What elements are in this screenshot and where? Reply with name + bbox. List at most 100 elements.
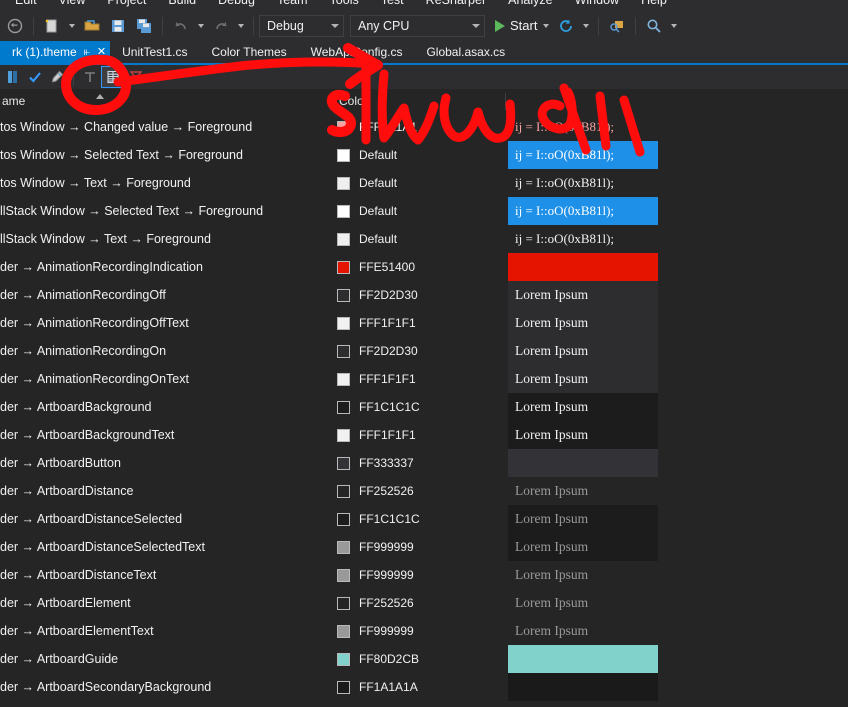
table-row[interactable]: der → AnimationRecordingOnText FFF1F1F1 Lo… [0,365,848,393]
menu-item-edit[interactable]: Edit [4,0,48,10]
table-row[interactable]: der → ArtboardDistanceSelectedText FF9999… [0,533,848,561]
theme-color-value-cell[interactable]: FF333337 [331,449,505,477]
attach-process-icon[interactable] [604,15,630,37]
color-swatch[interactable] [337,512,350,526]
color-swatch[interactable] [337,288,350,302]
menu-item-window[interactable]: Window [564,0,630,10]
new-item-dropdown-icon[interactable] [69,23,75,28]
undo-icon[interactable] [168,15,194,37]
document-tab-4[interactable]: Global.asax.cs [414,41,517,63]
color-swatch[interactable] [337,344,350,358]
color-swatch[interactable] [337,372,350,386]
theme-color-value-cell[interactable]: FF1A1A1A [331,673,505,701]
refresh-icon[interactable] [553,15,579,37]
refresh-dropdown-icon[interactable] [583,23,590,28]
color-swatch[interactable] [337,316,350,330]
menu-item-view[interactable]: View [48,0,97,10]
color-swatch[interactable] [337,148,350,162]
apply-check-icon[interactable] [24,67,46,87]
text-filter-icon[interactable] [79,67,101,87]
theme-palette-icon[interactable] [2,67,24,87]
menu-item-project[interactable]: Project [96,0,157,10]
table-row[interactable]: der → ArtboardElement FF252526 Lorem Ipsum [0,589,848,617]
theme-color-value-cell[interactable]: FFF1F1F1 [331,365,505,393]
theme-color-value-cell[interactable]: Default [331,169,505,197]
save-icon[interactable] [105,15,131,37]
theme-color-value-cell[interactable]: Default [331,225,505,253]
color-swatch[interactable] [337,652,350,666]
start-debug-button[interactable]: Start [491,18,539,33]
table-row[interactable]: der → AnimationRecordingOn FF2D2D30 Lorem … [0,337,848,365]
color-swatch[interactable] [337,484,350,498]
table-row[interactable]: der → ArtboardElementText FF999999 Lorem I… [0,617,848,645]
theme-color-value-cell[interactable]: FFF1F1F1 [331,309,505,337]
color-swatch[interactable] [337,540,350,554]
menu-item-test[interactable]: Test [370,0,415,10]
table-row[interactable]: der → AnimationRecordingOffText FFF1F1F1 L… [0,309,848,337]
theme-color-value-cell[interactable]: FF80D2CB [331,645,505,673]
color-swatch[interactable] [337,624,350,638]
menu-item-resharper[interactable]: ReSharper [415,0,497,10]
table-row[interactable]: llStack Window → Selected Text → Foregro… [0,197,848,225]
color-swatch[interactable] [337,400,350,414]
open-file-icon[interactable] [79,15,105,37]
eyedropper-icon[interactable] [46,67,68,87]
theme-color-value-cell[interactable]: FF2D2D30 [331,281,505,309]
table-row[interactable]: tos Window → Changed value → Foreground F… [0,113,848,141]
document-tab-1[interactable]: UnitTest1.cs [110,41,199,63]
theme-color-value-cell[interactable]: Default [331,197,505,225]
menu-item-debug[interactable]: Debug [207,0,266,10]
redo-dropdown-icon[interactable] [238,23,244,28]
clear-filter-icon[interactable] [125,67,147,87]
start-dropdown-icon[interactable] [543,23,550,28]
configuration-combo[interactable]: Debug [259,14,344,37]
color-swatch[interactable] [337,204,350,218]
menu-item-build[interactable]: Build [157,0,207,10]
document-tab-3[interactable]: WebApiConfig.cs [299,41,415,63]
document-tab-2[interactable]: Color Themes [199,41,298,63]
document-tab-0[interactable]: rk (1).theme ⫦ ✕ [0,41,111,63]
menu-item-team[interactable]: Team [266,0,319,10]
theme-color-value-cell[interactable]: FF999999 [331,533,505,561]
toolbar-overflow-icon[interactable] [671,23,678,28]
close-icon[interactable]: ✕ [97,46,106,58]
color-swatch[interactable] [337,680,350,694]
theme-color-value-cell[interactable]: Default [331,141,505,169]
table-row[interactable]: der → ArtboardDistance FF252526 Lorem Ipsu… [0,477,848,505]
redo-icon[interactable] [208,15,234,37]
theme-color-value-cell[interactable]: FFF7A1A1 [331,113,505,141]
color-swatch[interactable] [337,260,350,274]
table-row[interactable]: der → ArtboardDistanceText FF999999 Lorem … [0,561,848,589]
table-row[interactable]: der → ArtboardBackgroundText FFF1F1F1 Lore… [0,421,848,449]
color-swatch[interactable] [337,232,350,246]
theme-color-value-cell[interactable]: FFF1F1F1 [331,421,505,449]
theme-color-value-cell[interactable]: FF2D2D30 [331,337,505,365]
column-header-color[interactable]: Colo [331,89,513,113]
platform-combo[interactable]: Any CPU [350,14,485,37]
find-icon[interactable] [641,15,667,37]
table-row[interactable]: der → ArtboardButton FF333337 [0,449,848,477]
theme-color-value-cell[interactable]: FFE51400 [331,253,505,281]
theme-color-value-cell[interactable]: FF252526 [331,477,505,505]
column-header-name[interactable]: ame [0,89,332,113]
table-row[interactable]: der → AnimationRecordingIndication FFE514… [0,253,848,281]
menu-item-tools[interactable]: Tools [319,0,370,10]
table-row[interactable]: der → ArtboardBackground FF1C1C1C Lorem Ip… [0,393,848,421]
table-row[interactable]: llStack Window → Text → Foreground Defaul… [0,225,848,253]
theme-color-grid[interactable]: tos Window → Changed value → Foreground F… [0,113,848,707]
save-all-icon[interactable] [131,15,157,37]
menu-item-analyze[interactable]: Analyze [497,0,563,10]
pin-icon[interactable]: ⫦ [84,46,90,58]
color-swatch[interactable] [337,120,350,134]
table-row[interactable]: tos Window → Text → Foreground Default ij … [0,169,848,197]
table-row[interactable]: der → ArtboardDistanceSelected FF1C1C1C Lo… [0,505,848,533]
table-row[interactable]: der → ArtboardGuide FF80D2CB [0,645,848,673]
color-swatch[interactable] [337,596,350,610]
theme-color-value-cell[interactable]: FF1C1C1C [331,505,505,533]
theme-color-value-cell[interactable]: FF252526 [331,589,505,617]
color-swatch[interactable] [337,176,350,190]
new-item-icon[interactable] [39,15,65,37]
color-swatch[interactable] [337,428,350,442]
menu-item-help[interactable]: Help [630,0,678,10]
column-header-preview[interactable] [506,89,848,113]
